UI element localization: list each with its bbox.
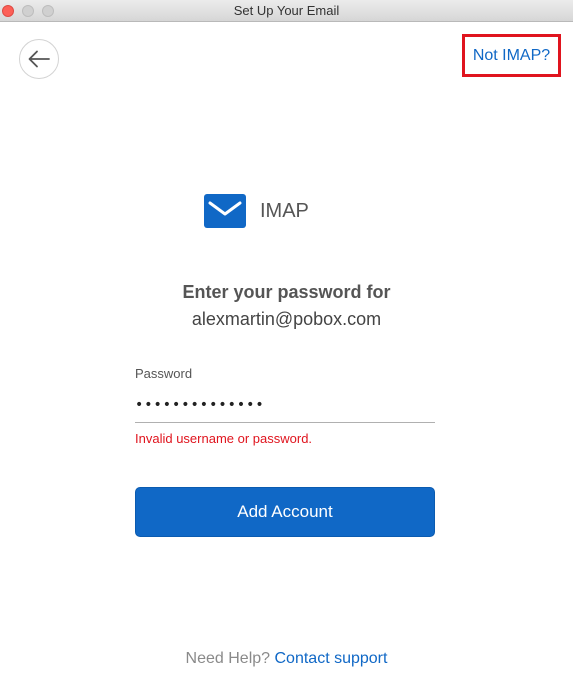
not-imap-highlight: Not IMAP? bbox=[462, 34, 561, 77]
not-imap-link[interactable]: Not IMAP? bbox=[473, 47, 550, 65]
password-field[interactable] bbox=[135, 388, 435, 423]
help-footer: Need Help? Contact support bbox=[0, 650, 573, 668]
title-bar: Set Up Your Email bbox=[0, 0, 573, 22]
need-help-text: Need Help? bbox=[185, 650, 271, 667]
back-button[interactable] bbox=[19, 39, 59, 79]
contact-support-link[interactable]: Contact support bbox=[275, 650, 388, 667]
password-prompt-heading: Enter your password for bbox=[182, 282, 391, 302]
add-account-button[interactable]: Add Account bbox=[135, 487, 435, 537]
password-label: Password bbox=[135, 366, 193, 381]
provider-header: IMAP bbox=[204, 194, 309, 228]
arrow-left-icon bbox=[28, 50, 50, 68]
provider-label: IMAP bbox=[260, 199, 309, 222]
error-message: Invalid username or password. bbox=[135, 431, 313, 446]
setup-email-window: Set Up Your Email Not IMAP? IMAP Enter y… bbox=[0, 0, 573, 694]
account-email: alexmartin@pobox.com bbox=[191, 309, 382, 329]
window-title: Set Up Your Email bbox=[233, 3, 340, 18]
envelope-icon bbox=[204, 194, 246, 228]
